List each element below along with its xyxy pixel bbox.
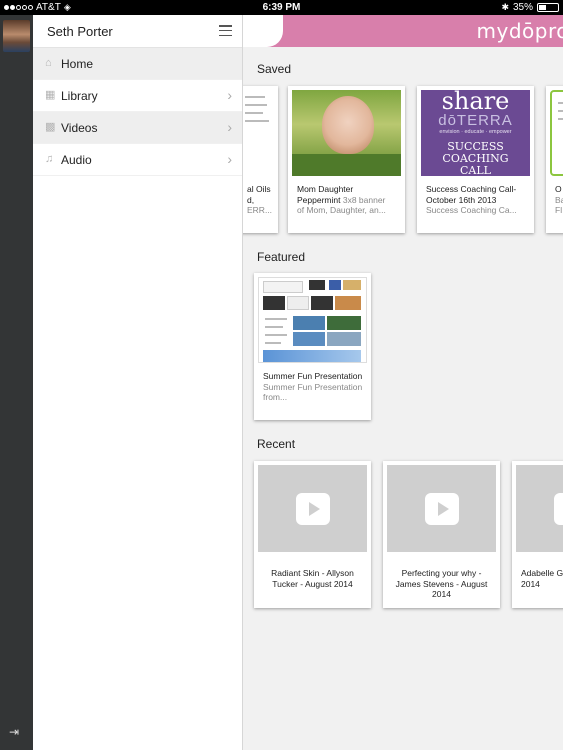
card-description: ERR... <box>247 205 273 215</box>
nav-item-label: Audio <box>61 153 92 167</box>
home-content: Saved al Oils d, ERR... Mom Daughter Pep… <box>243 47 563 750</box>
battery-icon <box>537 3 559 12</box>
logout-icon[interactable]: ⇥ <box>9 726 23 738</box>
music-note-icon: ♫ <box>45 153 54 165</box>
battery-percent: 35% <box>512 2 533 13</box>
drawer-header: Seth Porter <box>33 15 242 48</box>
status-bar: AT&T ◈ 6:39 PM ✱ 35% <box>0 0 563 15</box>
header-notch <box>243 15 283 47</box>
card-text: Success Coaching Call- October 16th 2013… <box>426 184 528 216</box>
video-thumbnail <box>387 465 496 552</box>
card-subtitle: 3x8 banner <box>342 194 386 205</box>
card-title: O <box>555 184 562 194</box>
card-thumbnail <box>292 90 401 176</box>
library-icon: ▦ <box>45 89 56 101</box>
card-thumbnail: share dōTERRA envision · educate · empow… <box>421 90 530 176</box>
brand-logo: mydōpro <box>476 19 563 43</box>
section-title-featured: Featured <box>257 250 306 264</box>
recent-video-card[interactable]: Radiant Skin - Allyson Tucker - August 2… <box>254 461 371 608</box>
portrait-face <box>322 96 374 154</box>
thumb-line3: CALL <box>460 164 491 177</box>
clock: 6:39 PM <box>262 2 301 13</box>
chevron-right-icon: › <box>227 151 232 167</box>
account-rail: ⇥ <box>0 15 33 750</box>
card-description: Fl <box>555 205 563 215</box>
card-thumbnail <box>243 90 274 176</box>
card-title-cont: d, <box>247 194 255 205</box>
card-text: Mom Daughter Peppermint 3x8 banner of Mo… <box>297 184 399 216</box>
card-text: al Oils d, ERR... <box>247 184 272 216</box>
nav-item-label: Videos <box>61 121 98 135</box>
card-text: Summer Fun Presentation Summer Fun Prese… <box>263 371 365 403</box>
saved-card[interactable]: share dōTERRA envision · educate · empow… <box>417 86 534 233</box>
video-title: Adabelle G Essentials 2014 <box>521 568 563 589</box>
nav-item-audio[interactable]: ♫ Audio › <box>33 144 242 176</box>
recent-video-card[interactable]: Perfecting your why - James Stevens - Au… <box>383 461 500 608</box>
menu-icon[interactable] <box>219 25 232 36</box>
card-subtitle: Summer Fun Presentation from... <box>263 381 363 403</box>
saved-card[interactable]: Mom Daughter Peppermint 3x8 banner of Mo… <box>288 86 405 233</box>
play-icon[interactable] <box>553 492 563 525</box>
avatar[interactable] <box>3 20 30 52</box>
card-title: al Oils <box>247 184 271 194</box>
nav-item-label: Library <box>61 89 98 103</box>
card-description: Success Coaching Ca... <box>426 205 517 215</box>
video-thumbnail <box>258 465 367 552</box>
app-header: mydōpro <box>243 15 563 47</box>
battery-status: ✱ 35% <box>501 2 559 13</box>
saved-card[interactable]: al Oils d, ERR... <box>243 86 278 233</box>
nav-item-library[interactable]: ▦ Library › <box>33 80 242 112</box>
card-title: Summer Fun Presentation <box>263 371 363 381</box>
card-text: O Ba Fl <box>555 184 563 216</box>
featured-card[interactable]: Summer Fun Presentation Summer Fun Prese… <box>254 273 371 420</box>
thumb-tagline: envision · educate · empower <box>439 129 512 135</box>
user-name: Seth Porter <box>47 24 113 39</box>
section-title-recent: Recent <box>257 437 296 451</box>
play-icon[interactable] <box>295 492 330 525</box>
card-subtitle: Ba <box>555 194 563 205</box>
video-thumbnail <box>516 465 563 552</box>
nav-item-home[interactable]: ⌂ Home <box>33 48 242 80</box>
thumb-share-text: share <box>441 90 510 115</box>
recent-video-card[interactable]: Adabelle G Essentials 2014 <box>512 461 563 608</box>
card-thumbnail <box>550 90 563 176</box>
play-icon[interactable] <box>424 492 459 525</box>
home-icon: ⌂ <box>45 57 52 69</box>
thumb-brand: dōTERRA <box>438 112 513 129</box>
video-title: Radiant Skin - Allyson Tucker - August 2… <box>271 568 354 589</box>
chevron-right-icon: › <box>227 87 232 103</box>
nav-item-label: Home <box>61 57 94 71</box>
card-thumbnail <box>258 277 367 363</box>
chevron-right-icon: › <box>227 119 232 135</box>
video-icon: ▩ <box>45 121 56 133</box>
video-title: Perfecting your why - James Stevens - Au… <box>395 568 488 599</box>
bluetooth-icon: ✱ <box>501 2 509 12</box>
saved-card[interactable]: O Ba Fl <box>546 86 563 233</box>
navigation-drawer: Seth Porter ⌂ Home ▦ Library › ▩ Videos … <box>33 15 243 750</box>
card-title: Success Coaching Call- October 16th 2013 <box>426 184 517 205</box>
card-description: of Mom, Daughter, an... <box>297 205 386 215</box>
section-title-saved: Saved <box>257 62 292 76</box>
nav-item-videos[interactable]: ▩ Videos › <box>33 112 242 144</box>
